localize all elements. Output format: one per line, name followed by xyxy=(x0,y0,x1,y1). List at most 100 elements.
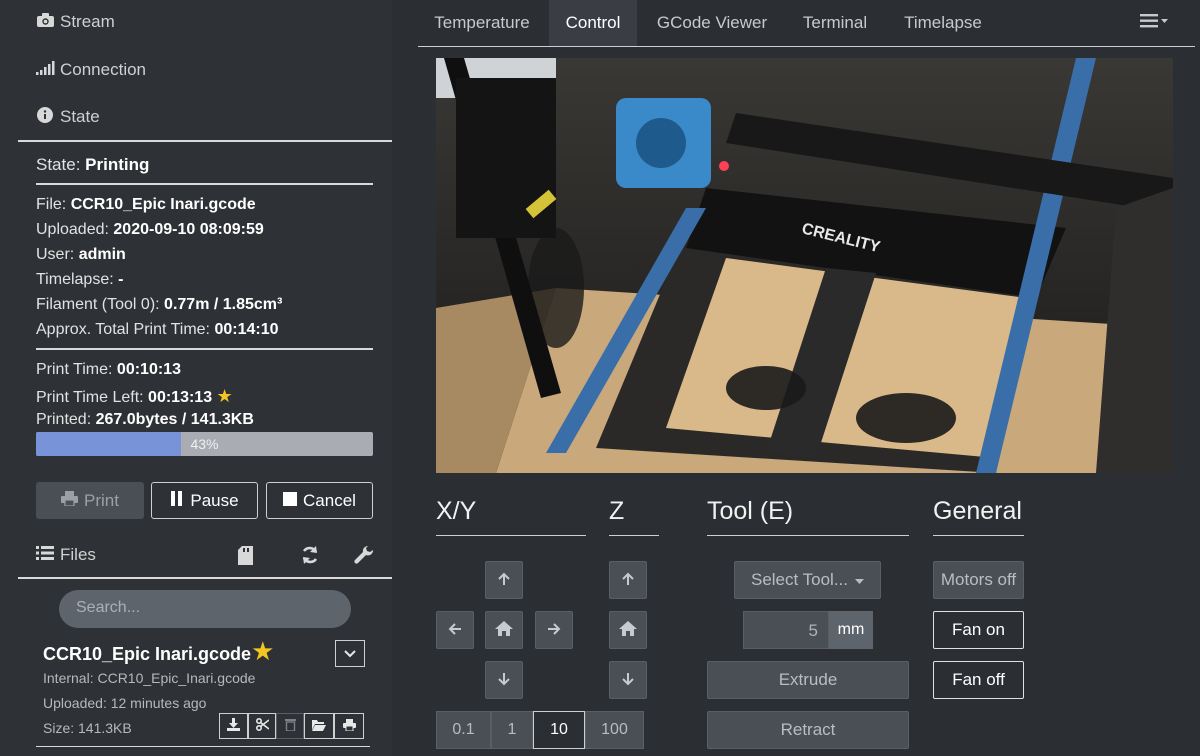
time-left-line: Print Time Left: 00:13:13 ★ xyxy=(36,386,233,407)
caret-down-icon xyxy=(855,570,865,590)
fan-off-button[interactable]: Fan off xyxy=(933,661,1024,699)
motors-off-button[interactable]: Motors off xyxy=(933,561,1024,599)
file-size: Size: 141.3KB xyxy=(43,720,132,736)
general-title: General xyxy=(933,497,1022,525)
general-underline xyxy=(933,535,1024,536)
jog-z-minus-button[interactable] xyxy=(609,661,647,699)
print-time-value: 00:10:13 xyxy=(116,361,181,378)
file-search-input[interactable]: Search... xyxy=(59,590,351,628)
jog-x-minus-button[interactable] xyxy=(436,611,474,649)
print-time-key: Print Time: xyxy=(36,361,113,378)
arrow-down-icon xyxy=(621,670,635,691)
pause-button[interactable]: Pause xyxy=(151,482,258,519)
state-header[interactable]: State xyxy=(36,107,100,127)
printed-value: 267.0bytes / 141.3KB xyxy=(95,411,254,428)
user-line: User: admin xyxy=(36,246,126,264)
extrude-amount-input[interactable]: 5 xyxy=(743,611,829,649)
home-z-button[interactable] xyxy=(609,611,647,649)
files-label: Files xyxy=(60,545,96,564)
folder-open-icon xyxy=(312,719,326,734)
info-icon xyxy=(36,107,54,127)
arrow-down-icon xyxy=(497,670,511,691)
webcam-stream: CREALITY xyxy=(436,58,1173,473)
step-1-button[interactable]: 1 xyxy=(491,711,533,749)
tab-gcode-viewer[interactable]: GCode Viewer xyxy=(640,0,784,46)
arrow-left-icon xyxy=(448,620,462,641)
sidebar: Stream Connection State State: Printing … xyxy=(0,0,392,756)
select-tool-dropdown[interactable]: Select Tool... xyxy=(734,561,881,599)
webcam-image: CREALITY xyxy=(436,58,1173,473)
step-0.1-button[interactable]: 0.1 xyxy=(436,711,491,749)
home-icon xyxy=(495,620,513,641)
divider xyxy=(18,140,392,142)
divider xyxy=(36,746,370,747)
load-and-print-button[interactable] xyxy=(334,713,364,739)
slice-button[interactable] xyxy=(248,713,276,739)
signal-icon xyxy=(36,61,55,79)
jog-x-plus-button[interactable] xyxy=(535,611,573,649)
divider xyxy=(18,577,392,579)
refresh-icon[interactable] xyxy=(300,545,320,570)
sd-card-icon[interactable] xyxy=(238,546,253,570)
progress-label: 43% xyxy=(190,436,219,452)
stream-header[interactable]: Stream xyxy=(36,12,115,32)
retract-button[interactable]: Retract xyxy=(707,711,909,749)
timelapse-key: Timelapse: xyxy=(36,271,114,288)
jog-y-minus-button[interactable] xyxy=(485,661,523,699)
file-item-name[interactable]: CCR10_Epic Inari.gcode★ xyxy=(43,638,274,665)
approx-time-value: 00:14:10 xyxy=(214,321,279,338)
pause-icon xyxy=(170,490,184,511)
tab-terminal[interactable]: Terminal xyxy=(785,0,885,46)
cancel-button-label: Cancel xyxy=(303,490,356,510)
stop-icon xyxy=(283,491,298,511)
tab-temperature[interactable]: Temperature xyxy=(418,0,546,46)
print-button[interactable]: Print xyxy=(36,482,144,519)
file-line: File: CCR10_Epic Inari.gcode xyxy=(36,196,256,214)
approx-time-line: Approx. Total Print Time: 00:14:10 xyxy=(36,321,279,339)
trash-icon xyxy=(284,718,296,734)
star-icon: ★ xyxy=(216,386,233,406)
uploaded-value: 2020-09-10 08:09:59 xyxy=(113,221,264,238)
tab-timelapse[interactable]: Timelapse xyxy=(887,0,999,46)
fan-on-button[interactable]: Fan on xyxy=(933,611,1024,649)
delete-button[interactable] xyxy=(276,713,304,739)
time-left-value: 00:13:13 xyxy=(148,389,213,406)
list-icon xyxy=(36,546,54,564)
arrow-right-icon xyxy=(547,620,561,641)
state-label: State xyxy=(60,107,100,126)
arrow-up-icon xyxy=(621,570,635,591)
expand-file-button[interactable] xyxy=(335,640,365,667)
jog-z-plus-button[interactable] xyxy=(609,561,647,599)
printer-icon xyxy=(342,718,356,734)
download-button[interactable] xyxy=(219,713,248,739)
timelapse-value: - xyxy=(118,271,124,288)
print-button-label: Print xyxy=(84,490,119,510)
file-name-text: CCR10_Epic Inari.gcode xyxy=(43,644,252,664)
state-key: State: xyxy=(36,155,81,174)
tool-title: Tool (E) xyxy=(707,497,794,525)
file-internal-name: Internal: CCR10_Epic_Inari.gcode xyxy=(43,670,256,686)
tab-control[interactable]: Control xyxy=(549,0,637,46)
filament-key: Filament (Tool 0): xyxy=(36,296,160,313)
printed-line: Printed: 267.0bytes / 141.3KB xyxy=(36,411,254,429)
camera-icon xyxy=(36,13,54,31)
load-button[interactable] xyxy=(304,713,334,739)
tab-overflow-menu[interactable] xyxy=(1128,0,1180,46)
select-tool-label: Select Tool... xyxy=(750,570,849,589)
jog-y-plus-button[interactable] xyxy=(485,561,523,599)
divider xyxy=(36,348,373,350)
pause-button-label: Pause xyxy=(190,490,239,510)
extrude-button[interactable]: Extrude xyxy=(707,661,909,699)
files-header[interactable]: Files xyxy=(36,545,96,565)
wrench-icon[interactable] xyxy=(354,545,374,570)
main-panel: Temperature Control GCode Viewer Termina… xyxy=(392,0,1200,756)
file-key: File: xyxy=(36,196,67,213)
cancel-button[interactable]: Cancel xyxy=(266,482,373,519)
file-value: CCR10_Epic Inari.gcode xyxy=(70,196,256,213)
file-uploaded: Uploaded: 12 minutes ago xyxy=(43,695,207,711)
step-100-button[interactable]: 100 xyxy=(585,711,644,749)
download-icon xyxy=(227,718,240,734)
step-10-button[interactable]: 10 xyxy=(533,711,585,749)
home-xy-button[interactable] xyxy=(485,611,523,649)
connection-header[interactable]: Connection xyxy=(36,60,146,80)
